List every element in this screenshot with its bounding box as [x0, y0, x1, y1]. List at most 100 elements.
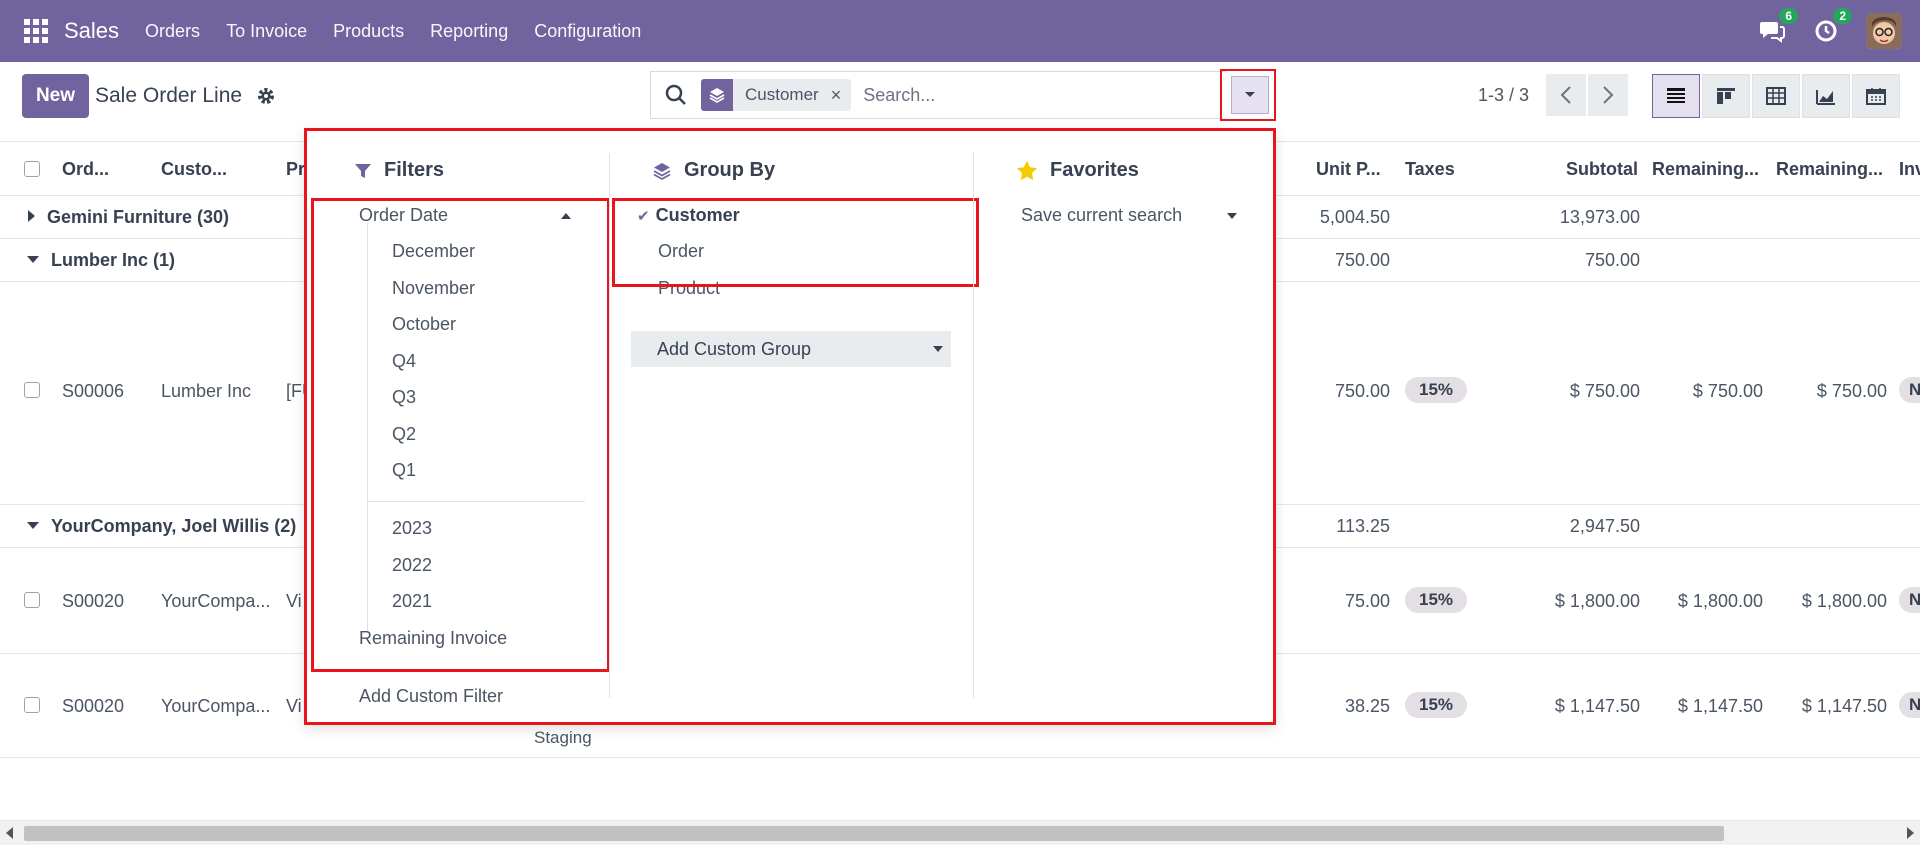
filters-highlight-box — [311, 198, 610, 672]
messages-badge: 6 — [1779, 8, 1798, 24]
col-invoice[interactable]: Inv — [1899, 159, 1920, 180]
cell-remaining-1: $ 1,147.50 — [1677, 696, 1763, 716]
horizontal-scrollbar[interactable] — [0, 820, 1920, 845]
search-bar: Customer × — [650, 71, 1225, 119]
apps-menu-icon[interactable] — [22, 17, 50, 45]
menu-to-invoice[interactable]: To Invoice — [226, 21, 307, 42]
group-unit-price: 750.00 — [1334, 250, 1390, 270]
kanban-view-icon — [1717, 88, 1735, 104]
messages-icon[interactable]: 6 — [1758, 8, 1798, 45]
menu-configuration[interactable]: Configuration — [534, 21, 641, 42]
group-by-title: Group By — [684, 159, 776, 181]
cell-unit-price: 75.00 — [1344, 591, 1390, 611]
col-taxes[interactable]: Taxes — [1405, 159, 1455, 180]
facet-remove-icon[interactable]: × — [831, 85, 852, 106]
search-options-dropdown: Filters Order Date December November Oct… — [304, 128, 1276, 725]
caret-down-icon — [27, 256, 39, 263]
search-icon[interactable] — [663, 82, 689, 108]
col-customer[interactable]: Custo... — [161, 159, 227, 180]
partial-stage-text: Staging — [534, 728, 592, 747]
caret-down-icon[interactable] — [1227, 213, 1237, 219]
cell-subtotal: $ 1,147.50 — [1554, 696, 1640, 716]
add-custom-group-select[interactable]: Add Custom Group — [631, 331, 951, 367]
filters-heading: Filters — [354, 159, 444, 182]
cell-customer: YourCompa... — [161, 591, 271, 611]
caret-down-icon — [1245, 92, 1255, 97]
caret-down-icon — [933, 346, 943, 352]
search-input[interactable] — [863, 84, 1225, 106]
group-by-layers-icon — [701, 79, 733, 111]
graph-view-button[interactable] — [1802, 74, 1850, 118]
col-order[interactable]: Ord... — [62, 159, 109, 180]
cell-remaining-2: $ 750.00 — [1816, 381, 1887, 401]
favorites-heading: Favorites — [1016, 159, 1139, 182]
col-remaining-1[interactable]: Remaining... — [1652, 159, 1759, 180]
cell-subtotal: $ 1,800.00 — [1554, 591, 1640, 611]
col-unit-price[interactable]: Unit P... — [1316, 159, 1381, 180]
pager-previous-button[interactable] — [1546, 74, 1586, 116]
list-view-button[interactable] — [1652, 74, 1700, 118]
tax-badge: 15% — [1405, 692, 1468, 718]
col-remaining-2[interactable]: Remaining... — [1776, 159, 1883, 180]
pager-value: 1-3 / 3 — [1478, 85, 1530, 105]
filters-title: Filters — [384, 159, 445, 181]
star-icon — [1016, 160, 1038, 181]
group-by-heading: Group By — [652, 159, 775, 182]
select-all-checkbox[interactable] — [24, 161, 40, 177]
app-brand[interactable]: Sales — [64, 18, 119, 44]
row-checkbox[interactable] — [24, 697, 40, 713]
cell-remaining-2: $ 1,800.00 — [1801, 591, 1887, 611]
activities-icon[interactable]: 2 — [1812, 8, 1852, 45]
area-chart-icon — [1816, 90, 1835, 105]
column-separator — [609, 153, 610, 698]
cell-customer: YourCompa... — [161, 696, 271, 716]
facet-label: Customer — [745, 85, 819, 104]
cell-order: S00020 — [62, 696, 125, 716]
gear-icon[interactable] — [256, 86, 276, 106]
tax-badge: 15% — [1405, 377, 1468, 403]
new-button[interactable]: New — [22, 74, 89, 118]
kanban-view-button[interactable] — [1702, 74, 1750, 118]
group-label: YourCompany, Joel Willis (2) — [51, 516, 297, 536]
menu-products[interactable]: Products — [333, 21, 404, 42]
column-separator — [973, 153, 974, 698]
cell-remaining-2: $ 1,147.50 — [1801, 696, 1887, 716]
search-options-toggle[interactable] — [1231, 76, 1269, 114]
group-label-wrap: Lumber Inc (1) — [27, 250, 175, 271]
scrollbar-thumb[interactable] — [24, 826, 1724, 841]
menu-orders[interactable]: Orders — [145, 21, 200, 42]
cell-order: S00006 — [62, 381, 125, 401]
chevron-right-icon — [1603, 86, 1614, 104]
group-unit-price: 113.25 — [1336, 516, 1390, 536]
cell-remaining-1: $ 1,800.00 — [1677, 591, 1763, 611]
group-label-wrap: Gemini Furniture (30) — [28, 207, 229, 228]
cell-order: S00020 — [62, 591, 125, 611]
add-custom-group-label: Add Custom Group — [657, 338, 812, 359]
pager-next-button[interactable] — [1588, 74, 1628, 116]
filter-icon — [355, 163, 371, 178]
invoice-status-badge: N — [1899, 377, 1920, 403]
invoice-status-badge: N — [1899, 692, 1920, 718]
save-current-search[interactable]: Save current search — [1021, 205, 1182, 226]
group-label: Lumber Inc (1) — [51, 250, 176, 270]
cell-subtotal: $ 750.00 — [1569, 381, 1640, 401]
calendar-view-button[interactable] — [1852, 74, 1900, 118]
pivot-view-button[interactable] — [1752, 74, 1800, 118]
group-subtotal: 2,947.50 — [1569, 516, 1640, 536]
list-view-icon — [1667, 88, 1685, 103]
menu-reporting[interactable]: Reporting — [430, 21, 508, 42]
group-by-highlight-box — [612, 198, 979, 287]
col-subtotal[interactable]: Subtotal — [1566, 159, 1638, 180]
cell-unit-price: 38.25 — [1344, 696, 1390, 716]
col-product[interactable]: Pr — [286, 159, 305, 180]
user-avatar[interactable] — [1866, 13, 1902, 49]
scroll-left-arrow[interactable] — [6, 827, 13, 839]
add-custom-filter[interactable]: Add Custom Filter — [359, 686, 503, 707]
cell-product: Vi — [286, 696, 302, 716]
top-navbar: Sales Orders To Invoice Products Reporti… — [0, 0, 1920, 62]
row-checkbox[interactable] — [24, 592, 40, 608]
row-checkbox[interactable] — [24, 382, 40, 398]
layers-icon — [653, 162, 671, 180]
group-subtotal: 750.00 — [1584, 250, 1640, 270]
scroll-right-arrow[interactable] — [1907, 827, 1914, 839]
